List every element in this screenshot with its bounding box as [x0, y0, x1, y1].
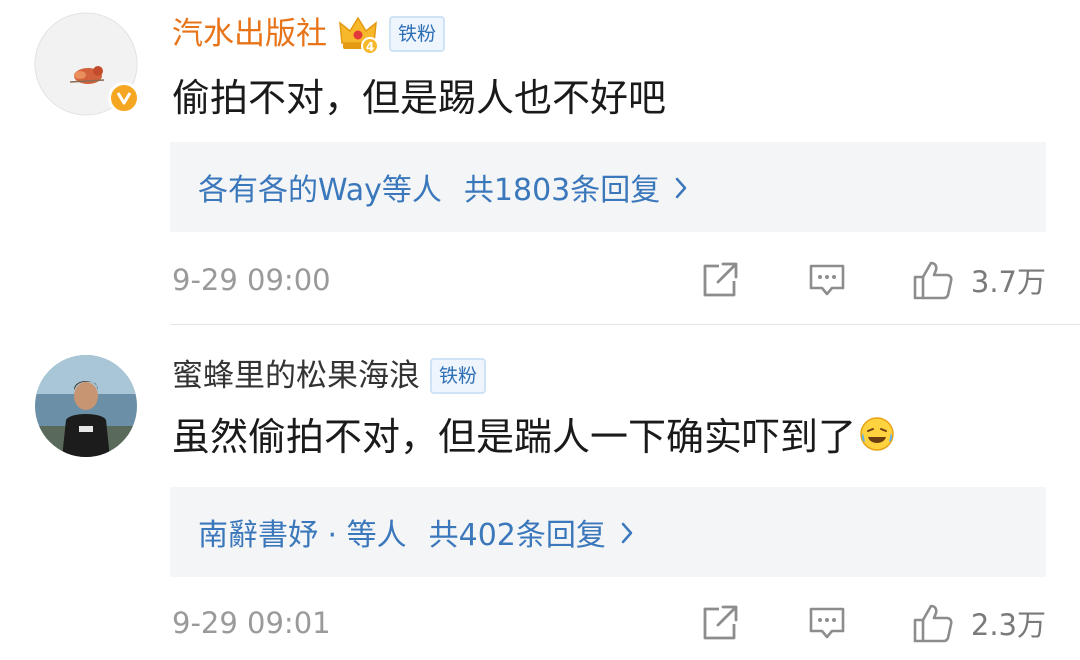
like-count: 2.3万	[970, 608, 1046, 642]
laughing-tears-emoji	[858, 415, 896, 465]
timestamp: 9-29 09:01	[172, 606, 331, 640]
share-icon	[703, 605, 738, 640]
avatar[interactable]	[34, 354, 138, 458]
replies-link[interactable]: 南辭書妤 · 等人 共402条回复	[170, 487, 1046, 577]
comment-button[interactable]	[807, 603, 847, 643]
name-row: 蜜蜂里的松果海浪 铁粉	[172, 354, 487, 398]
like-button[interactable]: 2.3万	[911, 601, 1046, 645]
fan-badge: 铁粉	[430, 358, 487, 394]
comment-text: 虽然偷拍不对，但是踹人一下确实吓到了	[172, 412, 896, 465]
comment-text-body: 虽然偷拍不对，但是踹人一下确实吓到了	[172, 415, 857, 459]
share-button[interactable]	[699, 603, 741, 643]
comment-item: 蜜蜂里的松果海浪 铁粉 虽然偷拍不对，但是踹人一下确实吓到了 南辭書妤 · 等人…	[0, 0, 1080, 660]
comment-icon	[809, 607, 845, 639]
username[interactable]: 蜜蜂里的松果海浪	[172, 354, 420, 398]
chevron-right-icon	[620, 515, 634, 550]
comment-meta: 9-29 09:01 2.3万	[172, 601, 1046, 645]
reply-names: 南辭書妤 · 等人	[198, 518, 407, 553]
reply-count: 共402条回复	[428, 518, 606, 553]
thumbs-up-icon	[913, 604, 953, 643]
